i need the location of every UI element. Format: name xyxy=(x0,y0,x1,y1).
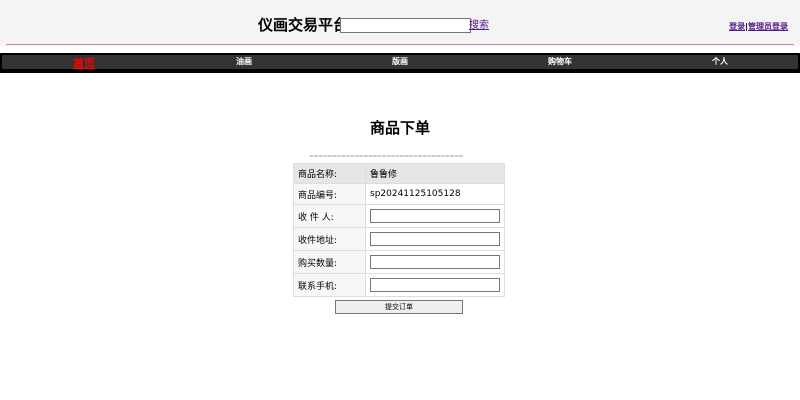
table-row: 商品名称: 鲁鲁修 xyxy=(293,163,505,184)
phone-cell xyxy=(365,273,505,297)
search-input[interactable] xyxy=(340,18,471,33)
page-header: 仪画交易平台 搜索 登录|管理员登录 xyxy=(0,0,800,46)
nav-item-home[interactable]: 首页 xyxy=(73,57,95,71)
phone-input[interactable] xyxy=(370,278,500,292)
header-divider xyxy=(6,44,794,45)
quantity-cell xyxy=(365,250,505,274)
table-row: 购买数量: xyxy=(293,250,505,274)
nav-item-profile[interactable]: 个人 xyxy=(712,55,728,69)
search-link[interactable]: 搜索 xyxy=(469,19,489,32)
section-divider: ================================== xyxy=(309,155,463,159)
nav-bar: 首页 油画 版画 购物车 个人 xyxy=(2,55,798,71)
recipient-input[interactable] xyxy=(370,209,500,223)
site-title: 仪画交易平台 xyxy=(258,16,349,34)
address-input[interactable] xyxy=(370,232,500,246)
nav-item-oil-painting[interactable]: 油画 xyxy=(236,55,252,69)
quantity-label: 购买数量: xyxy=(293,250,366,274)
product-id-value: sp20241125105128 xyxy=(365,183,505,205)
page-title: 商品下单 xyxy=(369,119,430,137)
recipient-cell xyxy=(365,204,505,228)
address-label: 收件地址: xyxy=(293,227,366,251)
admin-login-link[interactable]: 管理员登录 xyxy=(748,22,788,31)
address-cell xyxy=(365,227,505,251)
product-name-value: 鲁鲁修 xyxy=(365,163,505,184)
table-row: 商品编号: sp20241125105128 xyxy=(293,183,505,205)
product-name-label: 商品名称: xyxy=(293,163,366,184)
auth-links: 登录|管理员登录 xyxy=(729,21,788,32)
product-id-label: 商品编号: xyxy=(293,183,366,205)
table-row: 联系手机: xyxy=(293,273,505,297)
phone-label: 联系手机: xyxy=(293,273,366,297)
table-row: 收 件 人: xyxy=(293,204,505,228)
main-nav: 首页 油画 版画 购物车 个人 xyxy=(0,53,800,73)
order-form-table: 商品名称: 鲁鲁修 商品编号: sp20241125105128 收 件 人: … xyxy=(293,163,505,297)
nav-item-cart[interactable]: 购物车 xyxy=(548,55,572,69)
login-link[interactable]: 登录 xyxy=(729,22,745,31)
nav-item-print[interactable]: 版画 xyxy=(392,55,408,69)
recipient-label: 收 件 人: xyxy=(293,204,366,228)
submit-order-button[interactable]: 提交订单 xyxy=(335,300,463,314)
table-row: 收件地址: xyxy=(293,227,505,251)
quantity-input[interactable] xyxy=(370,255,500,269)
